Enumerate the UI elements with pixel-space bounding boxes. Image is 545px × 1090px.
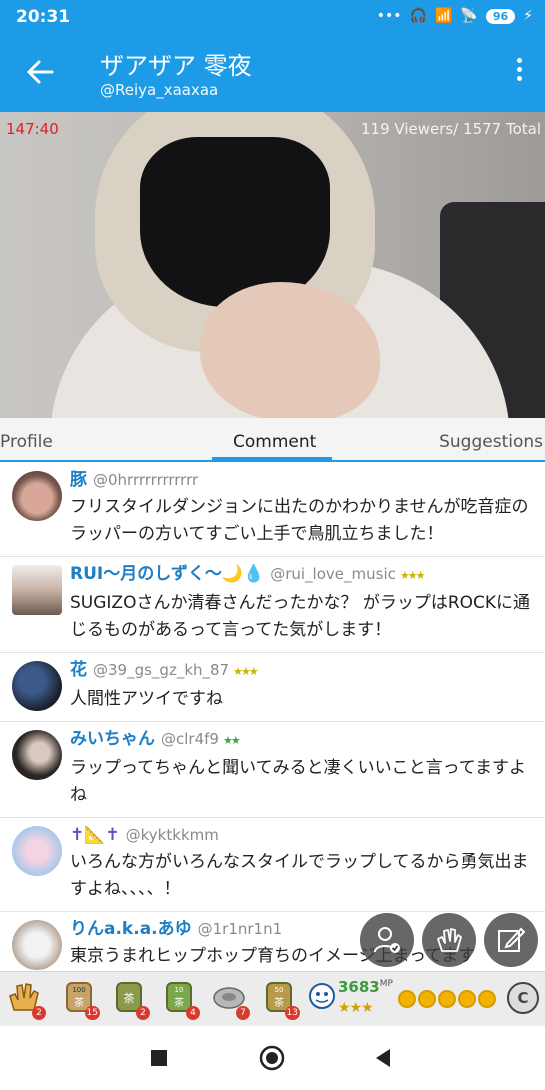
mp-unit: MP [379, 979, 393, 989]
gift-item[interactable]: 2 [8, 980, 46, 1020]
comment-list[interactable]: 豚 @0hrrrrrrrrrrrr フリスタイルダンジョンに出たのかわかりませんが… [0, 463, 545, 971]
gift-label: 茶 [174, 998, 184, 1009]
coin-icon [438, 990, 456, 1008]
coin-icon [418, 990, 436, 1008]
mp-points: 3683MP [338, 978, 393, 996]
gift-label: 50 [274, 986, 284, 994]
coin-meter [398, 990, 496, 1008]
status-time: 20:31 [16, 7, 71, 27]
gift-count: 2 [32, 1006, 46, 1020]
tab-profile[interactable]: Profile [0, 432, 53, 452]
gift-item[interactable]: 茶 2 [112, 980, 150, 1020]
coin-icon [398, 990, 416, 1008]
star-badge-icon: ★★★ [233, 665, 259, 678]
avatar[interactable] [12, 826, 62, 876]
comment-handle: @kyktkkmm [125, 826, 219, 844]
mp-value: 3683 [338, 978, 380, 996]
gift-count: 4 [186, 1006, 200, 1020]
comment-item: 花 @39_gs_gz_kh_87 ★★★ 人間性アツイですね [0, 653, 545, 722]
signal-icon: 📶 [434, 8, 453, 24]
active-tab-indicator [212, 457, 332, 460]
coin-icon [458, 990, 476, 1008]
avatar[interactable] [12, 661, 62, 711]
user-handle: @Reiya_xaaxaa [100, 81, 219, 99]
star-badge-icon: ★★★ [399, 569, 426, 582]
status-bar: 20:31 ••• 🎧 📶 📡 96 ⚡ [0, 0, 545, 34]
gift-bar: 2 100 茶 15 茶 2 10 茶 4 7 50 茶 13 3683MP ★… [0, 971, 545, 1026]
recent-apps-icon[interactable] [150, 1049, 168, 1067]
c-button[interactable]: C [507, 982, 539, 1014]
comment-author[interactable]: RUI〜月のしずく〜🌙💧 [70, 564, 264, 584]
clap-icon [437, 928, 462, 952]
tab-bar: Profile Comment Suggestions [0, 418, 545, 462]
gift-count: 7 [236, 1006, 250, 1020]
gift-label: 100 [72, 986, 86, 994]
gift-count: 2 [136, 1006, 150, 1020]
stream-elapsed-time: 147:40 [6, 120, 59, 138]
gift-label: 10 [174, 986, 184, 994]
comment-text: ラップってちゃんと聞いてみると凄くいいこと言ってますよね [70, 758, 526, 805]
app-bar: ザアザア 零夜 @Reiya_xaaxaa [0, 34, 545, 112]
gift-item[interactable]: 7 [212, 980, 250, 1020]
tab-comment[interactable]: Comment [233, 432, 316, 452]
follow-user-button[interactable] [360, 913, 414, 967]
charging-icon: ⚡ [523, 8, 533, 24]
comment-text: 人間性アツイですね [70, 689, 223, 709]
comment-item: RUI〜月のしずく〜🌙💧 @rui_love_music ★★★ SUGIZOさんか… [0, 557, 545, 653]
comment-handle: @rui_love_music [270, 565, 396, 583]
avatar[interactable] [12, 920, 62, 970]
tab-suggestions[interactable]: Suggestions [439, 432, 543, 452]
wifi-icon: 📡 [460, 8, 478, 24]
edit-icon [498, 927, 526, 952]
more-menu-icon[interactable] [515, 58, 523, 88]
rank-stars: ★★★ [338, 1000, 374, 1016]
home-icon[interactable] [259, 1045, 285, 1071]
avatar[interactable] [12, 565, 62, 615]
gift-count: 15 [84, 1006, 100, 1020]
comment-handle: @39_gs_gz_kh_87 [93, 661, 230, 679]
comment-handle: @1r1nr1n1 [197, 920, 283, 938]
avatar[interactable] [12, 471, 62, 521]
mascot-icon [309, 983, 335, 1009]
page-title: ザアザア 零夜 [100, 52, 252, 80]
comment-item: みいちゃん @clr4f9 ★★ ラップってちゃんと聞いてみると凄くいいこと言ってま… [0, 722, 545, 818]
avatar[interactable] [12, 730, 62, 780]
comment-text: フリスタイルダンジョンに出たのかわかりませんが吃音症のラッパーの方いてすごい上手… [70, 497, 529, 544]
comment-handle: @clr4f9 [161, 730, 219, 748]
comment-author[interactable]: りんa.k.a.あゆ [70, 919, 192, 939]
coin-icon [478, 990, 496, 1008]
star-badge-icon: ★★ [222, 734, 241, 747]
back-nav-icon[interactable] [374, 1048, 392, 1068]
headphones-icon: 🎧 [409, 8, 427, 24]
system-nav-bar [0, 1026, 545, 1090]
write-comment-button[interactable] [484, 913, 538, 967]
gift-item[interactable]: 50 茶 13 [262, 980, 300, 1020]
clap-button[interactable] [422, 913, 476, 967]
gift-label: 茶 [123, 992, 135, 1005]
comment-author[interactable]: 花 [70, 660, 87, 680]
back-arrow-icon[interactable] [24, 52, 56, 92]
comment-item: ✝📐✝ @kyktkkmm いろんな方がいろんなスタイルでラップしてるから勇気出ま… [0, 818, 545, 912]
video-person-mask [140, 137, 330, 307]
comment-text: SUGIZOさんか清春さんだったかな？ がラップはROCKに通じるものがあるって… [70, 593, 531, 640]
gift-item[interactable]: 100 茶 15 [62, 980, 100, 1020]
more-notifications-icon: ••• [376, 8, 402, 24]
comment-author[interactable]: ✝📐✝ [70, 825, 120, 845]
person-check-icon [374, 927, 400, 953]
viewer-count: 119 Viewers/ 1577 Total [361, 120, 541, 138]
comment-text: いろんな方がいろんなスタイルでラップしてるから勇気出ますよね、、、、！ [70, 852, 529, 899]
comment-handle: @0hrrrrrrrrrrrr [93, 471, 199, 489]
gift-item[interactable]: 10 茶 4 [162, 980, 200, 1020]
status-icons: ••• 🎧 📶 📡 96 ⚡ [377, 8, 533, 24]
gift-count: 13 [284, 1006, 300, 1020]
battery-icon: 96 [485, 8, 516, 24]
comment-author[interactable]: みいちゃん [70, 729, 155, 749]
comment-item: 豚 @0hrrrrrrrrrrrr フリスタイルダンジョンに出たのかわかりませんが… [0, 463, 545, 557]
live-video[interactable]: 147:40 119 Viewers/ 1577 Total [0, 112, 545, 418]
comment-author[interactable]: 豚 [70, 470, 87, 490]
